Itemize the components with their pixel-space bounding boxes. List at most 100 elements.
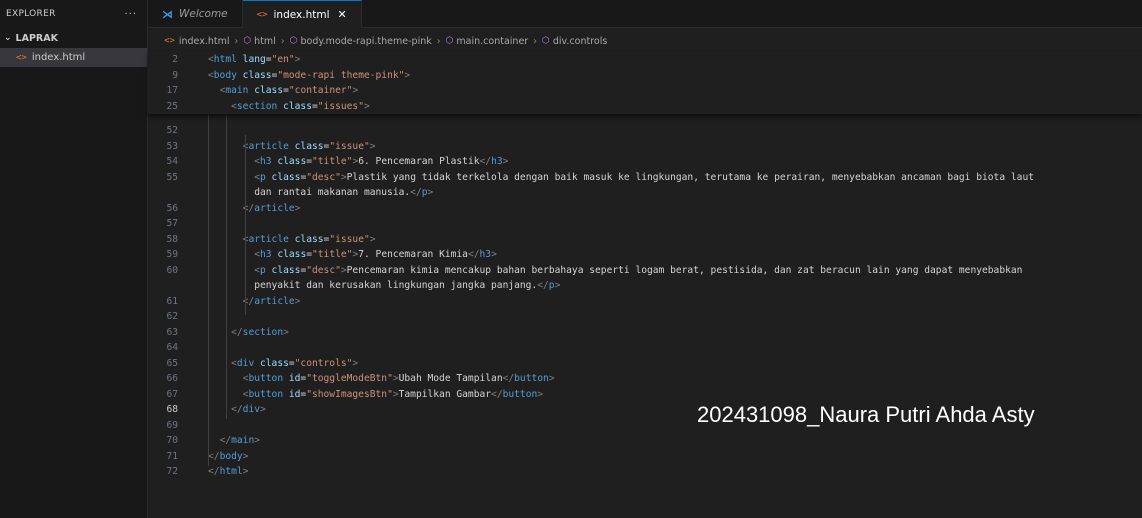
line-number: 66 — [166, 373, 178, 384]
code-line[interactable]: 57 — [148, 216, 1142, 232]
breadcrumb-item[interactable]: <> index.html — [164, 36, 230, 47]
code-line[interactable]: 60 <p class="desc">Pencemaran kimia menc… — [148, 263, 1142, 279]
more-actions-icon[interactable]: ··· — [124, 9, 137, 20]
code-token: > — [548, 373, 555, 384]
code-token: > — [427, 187, 434, 198]
code-token: > — [260, 404, 266, 415]
code-line[interactable]: 65 <div class="controls"> — [148, 356, 1142, 372]
breadcrumb-item[interactable]: ⬡ div.controls — [542, 36, 607, 47]
line-number: 71 — [166, 450, 178, 462]
code-token: button — [514, 373, 549, 384]
line-number: 70 — [166, 435, 178, 446]
code-token: > — [352, 357, 359, 369]
code-text: <p class="desc">Plastik yang tidak terke… — [208, 170, 1034, 186]
breadcrumb-item[interactable]: ⬡ body.mode-rapi.theme-pink — [290, 36, 432, 47]
line-number: 55 — [166, 171, 178, 183]
tab-index-html[interactable]: <> index.html ✕ — [242, 0, 362, 28]
close-icon[interactable]: ✕ — [337, 8, 346, 21]
code-line[interactable]: 58 <article class="issue"> — [148, 232, 1142, 248]
code-token: section — [242, 326, 284, 338]
code-token: > — [554, 280, 561, 291]
code-token: class — [271, 249, 307, 260]
code-token: h3 — [260, 249, 272, 260]
code-token: </ — [208, 466, 220, 477]
code-token: 7. Pencemaran Kimia — [358, 249, 468, 260]
code-token: "issue" — [329, 140, 370, 152]
code-line[interactable]: 2 <html lang="en"> — [148, 52, 1142, 68]
code-token: 6. Pencemaran Plastik — [358, 156, 480, 167]
code-line[interactable]: 52 — [148, 123, 1142, 139]
code-token: "desc" — [306, 171, 341, 183]
code-line[interactable]: 67 <button id="showImagesBtn">Tampilkan … — [148, 387, 1142, 403]
code-token: Tampilkan Gambar — [398, 388, 492, 400]
code-line[interactable]: 17 <main class="container"> — [148, 83, 1142, 99]
code-token: "title" — [312, 249, 353, 260]
explorer-header: EXPLORER ··· — [0, 0, 147, 28]
code-line[interactable]: 54 <h3 class="title">6. Pencemaran Plast… — [148, 154, 1142, 170]
line-number: 72 — [166, 466, 178, 477]
code-line[interactable]: 61 </article> — [148, 294, 1142, 310]
code-token: article — [254, 202, 295, 214]
code-text: <button id="showImagesBtn">Tampilkan Gam… — [208, 387, 543, 403]
code-token: Plastik yang tidak terkelola dengan baik… — [346, 171, 1034, 183]
code-text: <h3 class="title">6. Pencemaran Plastik<… — [208, 154, 508, 170]
breadcrumb-item[interactable]: ⬡ main.container — [446, 36, 529, 47]
code-token: article — [248, 140, 289, 152]
code-line[interactable]: dan rantai makanan manusia.</p> — [148, 185, 1142, 201]
code-token: > — [242, 466, 249, 477]
code-line[interactable]: penyakit dan kerusakan lingkungan jangka… — [148, 278, 1142, 294]
code-line[interactable]: 25 <section class="issues"> — [148, 99, 1142, 115]
code-token: html — [213, 54, 237, 65]
code-line[interactable]: 53 <article class="issue"> — [148, 139, 1142, 155]
code-token: main — [225, 85, 249, 96]
code-line[interactable]: 56 </article> — [148, 201, 1142, 217]
code-token: > — [369, 140, 376, 152]
sticky-scroll-header[interactable]: 2 <html lang="en"> 9 <body class="mode-rapi… — [148, 52, 1142, 114]
code-text: </html> — [208, 464, 248, 480]
code-token: id — [283, 388, 301, 400]
tab-welcome[interactable]: ⋊ Welcome — [148, 0, 243, 28]
line-number: 63 — [166, 326, 178, 338]
line-number: 2 — [172, 54, 178, 65]
code-line[interactable]: 70 </main> — [148, 433, 1142, 449]
code-token: button — [248, 373, 284, 384]
line-number: 57 — [166, 218, 178, 229]
code-line[interactable]: 55 <p class="desc">Plastik yang tidak te… — [148, 170, 1142, 186]
file-index-html[interactable]: <> index.html — [0, 48, 147, 67]
code-token: section — [236, 100, 278, 112]
element-icon: ⬡ — [542, 36, 550, 46]
chevron-right-icon: › — [234, 35, 239, 47]
folder-laprak[interactable]: ⌄ LAPRAK — [0, 28, 147, 48]
breadcrumb-item[interactable]: ⬡ html — [243, 36, 276, 47]
code-token: dan rantai makanan manusia. — [208, 187, 411, 198]
code-token: article — [248, 233, 289, 245]
code-line[interactable]: 59 <h3 class="title">7. Pencemaran Kimia… — [148, 247, 1142, 263]
code-line[interactable]: 66 <button id="toggleModeBtn">Ubah Mode … — [148, 371, 1142, 387]
code-line[interactable]: 64 — [148, 340, 1142, 356]
code-token: > — [294, 54, 301, 65]
code-token: "toggleModeBtn" — [306, 373, 393, 384]
code-token: main — [231, 435, 255, 446]
code-text: <article class="issue"> — [208, 139, 376, 155]
code-line[interactable]: 9 <body class="mode-rapi theme-pink"> — [148, 68, 1142, 84]
code-text: <article class="issue"> — [208, 232, 376, 248]
code-text: <button id="toggleModeBtn">Ubah Mode Tam… — [208, 371, 555, 387]
code-line[interactable]: 71 </body> — [148, 449, 1142, 465]
file-label: index.html — [31, 52, 86, 63]
code-line[interactable]: 63 </section> — [148, 325, 1142, 341]
html-file-icon: <> — [256, 9, 268, 20]
code-text: </body> — [208, 449, 248, 465]
code-token: > — [294, 295, 301, 307]
code-text: <main class="container"> — [208, 83, 359, 99]
explorer-sidebar: EXPLORER ··· ⌄ LAPRAK <> index.html — [0, 0, 148, 518]
line-number: 59 — [166, 249, 178, 260]
code-editor[interactable]: 2 <html lang="en"> 9 <body class="mode-rapi… — [148, 52, 1142, 518]
code-token: class — [265, 264, 301, 276]
code-line[interactable]: 62 — [148, 309, 1142, 325]
code-token: > — [537, 388, 544, 400]
code-line[interactable]: 72 </html> — [148, 464, 1142, 480]
chevron-down-icon: ⌄ — [4, 33, 12, 43]
